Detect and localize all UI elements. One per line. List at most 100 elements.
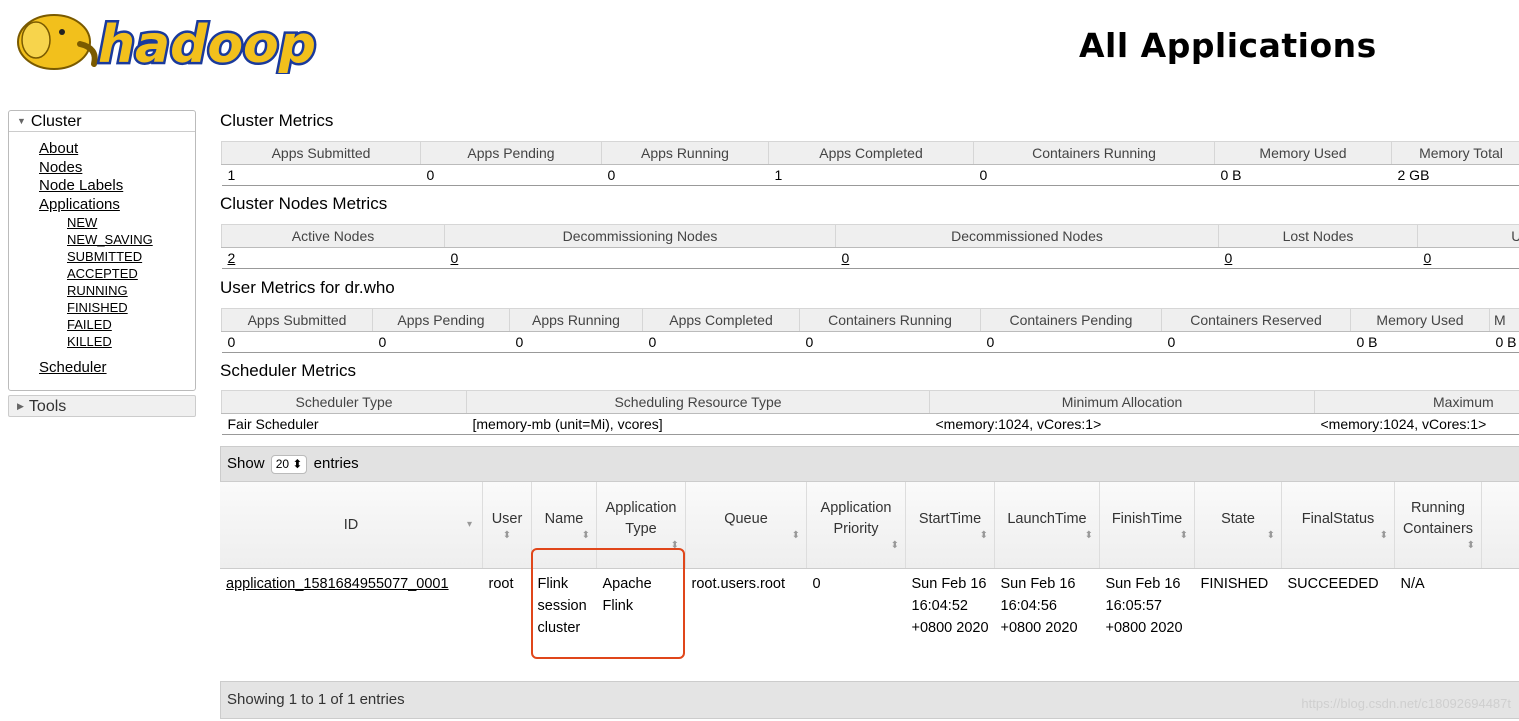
watermark: https://blog.csdn.net/c18092694487t <box>1301 696 1511 711</box>
state-link-running[interactable]: RUNNING <box>67 282 153 299</box>
col-launchtime[interactable]: LaunchTime ⬍ <box>994 482 1100 569</box>
col-header: Maximum <box>1314 390 1519 414</box>
active-nodes-link[interactable]: 2 <box>228 250 236 266</box>
col-header: Apps Completed <box>642 308 800 332</box>
col-queue[interactable]: Queue ⬍ <box>685 482 807 569</box>
entries-value: 20 <box>275 457 290 471</box>
col-header: Active Nodes <box>221 224 445 248</box>
nodes-metrics-title: Cluster Nodes Metrics <box>220 194 388 213</box>
cell-finishtime: Sun Feb 16 16:05:57 +0800 2020 <box>1099 568 1195 681</box>
col-header: Ur <box>1417 224 1519 248</box>
metric-value: 0 <box>221 331 373 353</box>
col-header: Scheduler Type <box>221 390 467 414</box>
scheduler-metrics-title: Scheduler Metrics <box>220 361 357 380</box>
state-link-killed[interactable]: KILLED <box>67 333 153 350</box>
state-link-new-saving[interactable]: NEW_SAVING <box>67 231 153 248</box>
metric-value: 2 GB <box>1391 164 1519 186</box>
metric-value: <memory:1024, vCores:1> <box>1314 413 1519 435</box>
col-header: Apps Submitted <box>221 141 421 165</box>
applications-panel: Show 20 ⬍ entries ID ▾ User ⬍ Name ⬍ Applic… <box>220 446 1519 719</box>
metric-value: 0 <box>509 331 643 353</box>
sort-icon: ⬍ <box>670 540 679 551</box>
col-name[interactable]: Name ⬍ <box>531 482 597 569</box>
col-header: M <box>1489 308 1519 332</box>
col-header: Decommissioned Nodes <box>835 224 1219 248</box>
show-label: Show <box>227 455 265 472</box>
sort-icon: ⬍ <box>581 529 590 541</box>
sort-icon: ⬍ <box>502 529 512 541</box>
scheduler-metrics-table: Scheduler Type Scheduling Resource Type … <box>221 390 1519 435</box>
sort-icon: ⬍ <box>791 529 800 541</box>
nav-applications-link[interactable]: Applications <box>39 196 153 215</box>
metric-value: 0 <box>973 164 1215 186</box>
state-link-finished[interactable]: FINISHED <box>67 299 153 316</box>
col-header: Apps Pending <box>420 141 602 165</box>
col-header: Containers Running <box>799 308 981 332</box>
state-link-accepted[interactable]: ACCEPTED <box>67 265 153 282</box>
cell-queue: root.users.root <box>685 568 807 681</box>
cell-name: Flink session cluster <box>531 568 597 681</box>
sort-icon: ⬍ <box>1084 529 1093 541</box>
col-header: Memory Used <box>1350 308 1490 332</box>
col-running-containers[interactable]: Running Containers ⬍ <box>1394 482 1482 569</box>
metric-value: 0 <box>601 164 769 186</box>
metric-value: <memory:1024, vCores:1> <box>929 413 1315 435</box>
col-header: Apps Submitted <box>221 308 373 332</box>
col-starttime[interactable]: StartTime ⬍ <box>905 482 995 569</box>
state-link-submitted[interactable]: SUBMITTED <box>67 248 153 265</box>
metric-value: [memory-mb (unit=Mi), vcores] <box>466 413 930 435</box>
col-header: Apps Pending <box>372 308 510 332</box>
user-metrics-title: User Metrics for dr.who <box>220 278 395 297</box>
col-header: Apps Completed <box>768 141 974 165</box>
decommissioning-nodes-link[interactable]: 0 <box>451 250 459 266</box>
sort-icon: ⬍ <box>1179 529 1188 541</box>
nav-node-labels-link[interactable]: Node Labels <box>39 177 153 196</box>
state-link-new[interactable]: NEW <box>67 214 153 231</box>
metric-value: 0 <box>799 331 981 353</box>
nav-about-link[interactable]: About <box>39 140 153 159</box>
sidebar: ▼ Cluster About Nodes Node Labels Applica… <box>8 110 196 417</box>
cell-finalstatus: SUCCEEDED <box>1281 568 1395 681</box>
metric-value: 0 <box>642 331 800 353</box>
col-application-type[interactable]: Application Type ⬍ <box>596 482 686 569</box>
col-state[interactable]: State ⬍ <box>1194 482 1282 569</box>
collapsed-triangle-icon: ▶ <box>17 401 24 411</box>
nodes-metrics-table: Active Nodes Decommissioning Nodes Decom… <box>221 224 1519 269</box>
sort-icon: ⬍ <box>979 529 988 541</box>
col-id[interactable]: ID ▾ <box>220 482 483 569</box>
nav-scheduler-link[interactable]: Scheduler <box>39 359 153 378</box>
tools-toggle[interactable]: ▶ Tools <box>8 395 196 417</box>
col-header: Scheduling Resource Type <box>466 390 930 414</box>
select-arrows-icon: ⬍ <box>292 457 303 471</box>
metric-value: 0 <box>980 331 1162 353</box>
metric-value: 0 B <box>1489 331 1519 353</box>
entries-select[interactable]: 20 ⬍ <box>270 455 308 474</box>
cluster-toggle[interactable]: ▼ Cluster <box>9 111 195 132</box>
metric-value: 1 <box>768 164 974 186</box>
user-metrics-table: Apps Submitted Apps Pending Apps Running… <box>221 308 1519 353</box>
col-finishtime[interactable]: FinishTime ⬍ <box>1099 482 1195 569</box>
table-toolbar: Show 20 ⬍ entries <box>220 446 1519 482</box>
lost-nodes-link[interactable]: 0 <box>1225 250 1233 266</box>
sort-icon: ⬍ <box>890 540 899 551</box>
metric-value: 1 <box>221 164 421 186</box>
col-header: Containers Running <box>973 141 1215 165</box>
decommissioned-nodes-link[interactable]: 0 <box>842 250 850 266</box>
cell-launchtime: Sun Feb 16 16:04:56 +0800 2020 <box>994 568 1100 681</box>
state-link-failed[interactable]: FAILED <box>67 316 153 333</box>
metric-value: 0 B <box>1214 164 1392 186</box>
application-id-link[interactable]: application_1581684955077_0001 <box>226 576 449 592</box>
col-finalstatus[interactable]: FinalStatus ⬍ <box>1281 482 1395 569</box>
col-header: Containers Pending <box>980 308 1162 332</box>
unhealthy-nodes-link[interactable]: 0 <box>1424 250 1432 266</box>
metric-value: Fair Scheduler <box>221 413 467 435</box>
col-application-priority[interactable]: Application Priority ⬍ <box>806 482 906 569</box>
metric-value: 0 B <box>1350 331 1490 353</box>
metric-value: 0 <box>1161 331 1351 353</box>
col-header: Minimum Allocation <box>929 390 1315 414</box>
col-user[interactable]: User ⬍ <box>482 482 532 569</box>
app-state-links: NEW NEW_SAVING SUBMITTED ACCEPTED RUNNIN… <box>67 214 153 350</box>
col-header: Apps Running <box>509 308 643 332</box>
cluster-label: Cluster <box>30 113 82 130</box>
nav-nodes-link[interactable]: Nodes <box>39 159 153 178</box>
